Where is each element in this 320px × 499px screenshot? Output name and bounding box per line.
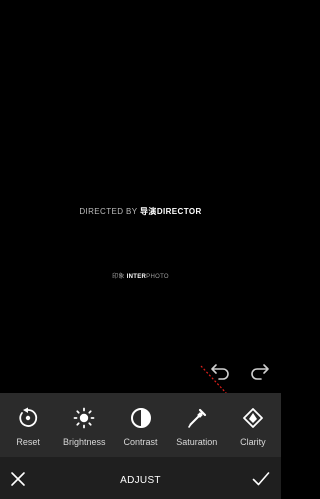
photo-canvas: DIRECTED BY 导演DIRECTOR 印象 INTERPHOTO xyxy=(0,0,281,393)
screen-title: ADJUST xyxy=(120,475,161,486)
brightness-icon xyxy=(73,407,95,429)
adjust-toolbar: Reset Brightness Contrast Saturation Cla… xyxy=(0,393,281,457)
redo-icon[interactable] xyxy=(248,359,270,381)
saturation-icon xyxy=(187,408,206,428)
tool-label: Saturation xyxy=(176,437,218,447)
check-icon[interactable] xyxy=(252,471,270,487)
directed-by-text: DIRECTED BY 导演DIRECTOR xyxy=(79,207,202,216)
tool-label: Clarity xyxy=(240,437,266,447)
tool-clarity[interactable]: Clarity xyxy=(225,393,281,457)
tool-saturation[interactable]: Saturation xyxy=(169,393,225,457)
tool-label: Contrast xyxy=(123,437,158,447)
tool-label: Reset xyxy=(16,437,40,447)
contrast-icon xyxy=(130,408,151,428)
reset-icon xyxy=(19,407,38,427)
clarity-icon xyxy=(243,408,263,428)
tool-label: Brightness xyxy=(63,437,106,447)
tool-reset[interactable]: Reset xyxy=(0,393,56,457)
tool-brightness[interactable]: Brightness xyxy=(56,393,112,457)
interphoto-logo: 印象 INTERPHOTO xyxy=(112,274,169,280)
tool-contrast[interactable]: Contrast xyxy=(112,393,168,457)
bottom-bar: ADJUST xyxy=(0,457,281,499)
undo-icon[interactable] xyxy=(210,359,232,381)
